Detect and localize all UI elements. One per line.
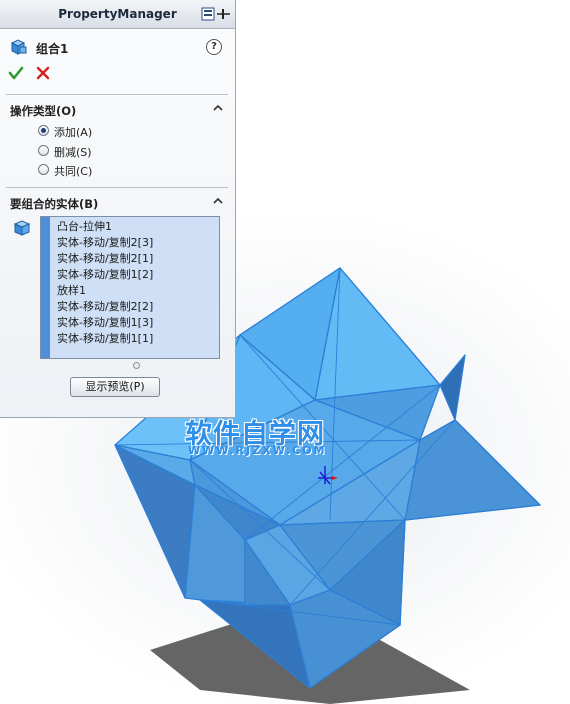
radio-add[interactable]: 添加(A) [38,123,218,141]
list-item[interactable]: 实体-移动/复制2[2] [57,299,153,315]
list-item[interactable]: 实体-移动/复制2[1] [57,251,153,267]
feature-name: 组合1 [36,42,69,56]
chevron-up-icon[interactable] [212,195,224,207]
watermark-url: WWW.RJZXW.COM [188,444,327,457]
help-icon[interactable]: ? [206,39,222,55]
radio-button[interactable] [38,125,49,136]
panel-titlebar: PropertyManager [0,0,235,29]
list-item[interactable]: 实体-移动/复制1[2] [57,267,153,283]
radio-label: 删减(S) [54,146,92,159]
bodies-to-combine-header[interactable]: 要组合的实体(B) [10,194,226,214]
radio-common[interactable]: 共同(C) [38,162,218,180]
radio-label: 共同(C) [54,165,93,178]
radio-subtract[interactable]: 删减(S) [38,143,218,161]
bodies-selection-list[interactable]: 凸台-拉伸1 实体-移动/复制2[3] 实体-移动/复制2[1] 实体-移动/复… [40,216,220,359]
pin-icon[interactable] [201,6,231,22]
panel-title: PropertyManager [58,7,177,21]
combine-feature-icon [10,39,27,55]
bodies-to-combine-title: 要组合的实体(B) [10,197,99,211]
list-resize-grip[interactable] [133,362,140,369]
list-item[interactable]: 实体-移动/复制1[3] [57,315,153,331]
list-item[interactable]: 实体-移动/复制2[3] [57,235,153,251]
list-item[interactable]: 放样1 [57,283,153,299]
chevron-up-icon[interactable] [212,102,224,114]
operation-type-header[interactable]: 操作类型(O) [10,101,226,121]
solid-body-icon [13,220,31,236]
ok-check-icon[interactable] [8,65,24,81]
feature-header: 组合1 ? [10,38,226,58]
divider [6,94,228,95]
radio-button[interactable] [38,164,49,175]
list-item[interactable]: 凸台-拉伸1 [57,219,153,235]
show-preview-button[interactable]: 显示预览(P) [70,377,160,397]
radio-label: 添加(A) [54,126,93,139]
operation-type-title: 操作类型(O) [10,104,77,118]
selection-accent-bar [41,217,50,358]
list-item[interactable]: 实体-移动/复制1[1] [57,331,153,347]
property-manager-panel: PropertyManager 组合1 ? 操作类型(O) 添加(A) 删减(S… [0,0,236,418]
cancel-x-icon[interactable] [36,66,50,80]
radio-button[interactable] [38,145,49,156]
divider [6,187,228,188]
